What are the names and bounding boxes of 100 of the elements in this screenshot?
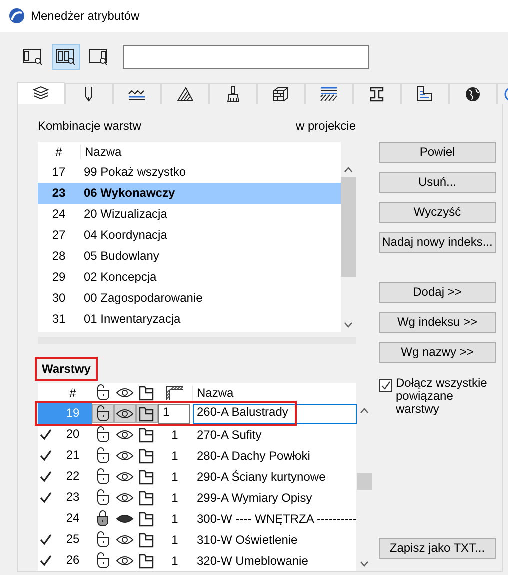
list-row[interactable]: 23 06 Wykonawczy — [38, 183, 341, 204]
row-name: 290-A Ściany kurtynowe — [196, 470, 327, 484]
bricks-icon — [272, 86, 290, 102]
pen-number: 1 — [170, 428, 180, 442]
list-row[interactable]: 19 1 260-A Balustrady — [38, 403, 357, 424]
pen-number: 1 — [170, 448, 180, 464]
row-index: 27 — [51, 228, 67, 243]
row-index: 19 — [54, 403, 92, 424]
column-header: # — [54, 144, 64, 160]
list-row[interactable]: 25 1 310-W Oświetlenie — [38, 529, 357, 550]
row-index: 28 — [51, 249, 67, 264]
row-name: 06 Wykonawczy — [83, 186, 176, 201]
row-name: 05 Budowlany — [83, 249, 160, 264]
sheet-icon — [138, 552, 156, 570]
row-index: 24 — [65, 510, 81, 528]
row-name: 280-A Dachy Powłoki — [196, 448, 312, 464]
row-index: 21 — [65, 447, 81, 464]
row-index: 20 — [65, 426, 81, 444]
row-index: 23 — [51, 186, 67, 201]
list-row[interactable]: 22 1 290-A Ściany kurtynowe — [38, 466, 357, 488]
pen-field[interactable]: 1 — [158, 404, 190, 424]
row-name: 01 Inwentaryzacja — [83, 312, 181, 327]
sheet-icon — [138, 446, 156, 465]
search-field[interactable] — [123, 45, 369, 69]
row-name: 320-W Umeblowanie — [196, 554, 310, 568]
action-button[interactable]: Wg nazwy >> — [379, 342, 496, 363]
tab[interactable] — [161, 83, 209, 104]
list-row[interactable]: 30 00 Zagospodarowanie — [38, 288, 341, 309]
row-index: 30 — [51, 291, 67, 306]
row-index: 22 — [65, 468, 81, 486]
sheet-icon — [138, 530, 156, 549]
list-row[interactable]: 26 1 320-W Umeblowanie — [38, 550, 357, 572]
pen-number: 1 — [170, 512, 180, 526]
sheet-icon — [138, 384, 156, 402]
row-index: 25 — [65, 531, 81, 548]
beam-icon — [368, 86, 386, 102]
scroll-down-icon — [360, 560, 369, 567]
row-index: 31 — [51, 312, 67, 327]
section-title: Kombinacje warstw — [38, 119, 142, 134]
sheet-icon — [138, 426, 156, 444]
list-row[interactable]: 21 1 280-A Dachy Powłoki — [38, 445, 357, 466]
window-title: Menedżer atrybutów — [31, 8, 140, 24]
tab[interactable] — [305, 83, 353, 104]
row-name: 04 Koordynacja — [83, 228, 168, 243]
globe-icon — [464, 86, 482, 102]
action-button[interactable]: Wg indeksu >> — [379, 312, 496, 333]
row-name: 99 Pokaż wszystko — [83, 165, 186, 180]
tab[interactable] — [401, 83, 449, 104]
action-button[interactable]: Wyczyść — [379, 202, 496, 223]
row-index: 17 — [51, 165, 67, 180]
sheet-icon — [138, 404, 156, 423]
tab[interactable] — [449, 83, 497, 104]
pen-number: 1 — [170, 554, 180, 568]
row-name: 00 Zagospodarowanie — [83, 291, 203, 306]
scroll-thumb[interactable] — [341, 177, 356, 277]
layers-icon — [32, 85, 50, 102]
row-name: 20 Wizualizacja — [83, 207, 168, 222]
hatch-icon — [165, 384, 185, 402]
list-row[interactable]: 24 20 Wizualizacja — [38, 204, 341, 225]
scroll-down-icon — [344, 322, 353, 328]
row-name: 310-W Oświetlenie — [196, 532, 299, 548]
tab[interactable] — [17, 82, 65, 104]
list-row[interactable]: 24 1 300-W ---- WNĘTRZA ---------- — [38, 508, 357, 530]
list-row[interactable]: 29 02 Koncepcja — [38, 267, 341, 288]
app-logo-icon — [9, 8, 25, 24]
tab[interactable] — [65, 83, 113, 104]
scroll-up-icon — [360, 408, 369, 414]
list-row[interactable]: 17 99 Pokaż wszystko — [38, 162, 341, 183]
scroll-thumb[interactable] — [356, 473, 372, 490]
column-header: # — [68, 386, 78, 401]
sheet-icon — [138, 488, 156, 507]
row-name: 299-A Wymiary Opisy — [196, 490, 314, 506]
row-name: 270-A Sufity — [196, 428, 263, 442]
list-row[interactable]: 23 1 299-A Wymiary Opisy — [38, 487, 357, 508]
list-row[interactable]: 31 01 Inwentaryzacja — [38, 309, 341, 330]
plan-icon — [416, 86, 434, 102]
list-row[interactable]: 28 05 Budowlany — [38, 246, 341, 267]
row-index: 26 — [65, 552, 81, 570]
tab[interactable] — [353, 83, 401, 104]
name-field[interactable]: 260-A Balustrady — [193, 404, 357, 424]
view-button[interactable] — [52, 44, 80, 70]
row-name: 300-W ---- WNĘTRZA ---------- — [196, 512, 357, 526]
sheet-icon — [138, 468, 156, 486]
action-button[interactable]: Nadaj nowy indeks... — [379, 232, 496, 253]
checkbox[interactable] — [379, 379, 392, 392]
tab[interactable] — [209, 83, 257, 104]
tab[interactable] — [113, 83, 161, 104]
export-button[interactable]: Zapisz jako TXT... — [379, 538, 496, 559]
column-label: w projekcie — [296, 119, 356, 134]
pen-number: 1 — [170, 532, 180, 548]
row-index: 23 — [65, 489, 81, 506]
action-button[interactable]: Powiel — [379, 142, 496, 163]
hatch-icon — [176, 86, 194, 102]
row-name: 02 Koncepcja — [83, 270, 157, 285]
action-button[interactable]: Dodaj >> — [379, 282, 496, 303]
list-row[interactable]: 20 1 270-A Sufity — [38, 424, 357, 446]
tab[interactable] — [257, 83, 305, 104]
action-button[interactable]: Usuń... — [379, 172, 496, 193]
row-index: 24 — [51, 207, 67, 222]
list-row[interactable]: 27 04 Koordynacja — [38, 225, 341, 246]
